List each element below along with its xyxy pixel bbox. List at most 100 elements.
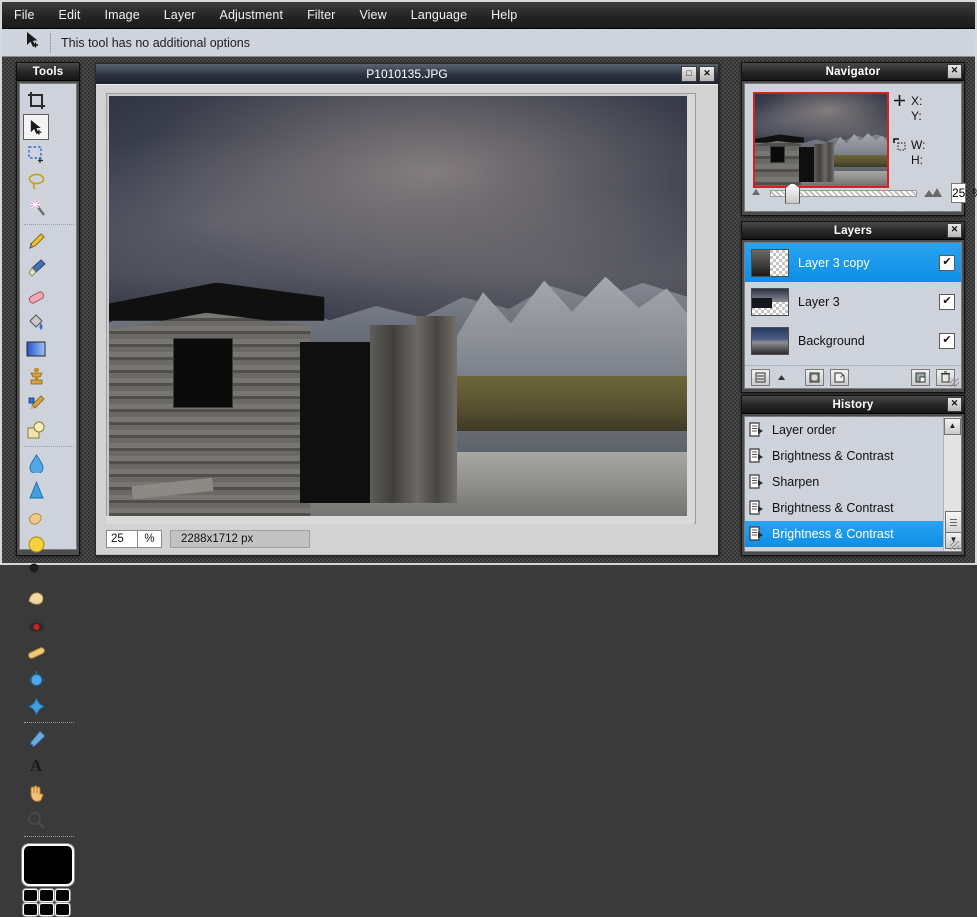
zoom-slider-track[interactable]	[770, 182, 917, 204]
tool-zoom[interactable]	[23, 807, 49, 833]
image-canvas[interactable]	[109, 96, 689, 520]
layer-thumbnail	[751, 287, 789, 316]
tool-paintbrush[interactable]	[23, 255, 49, 281]
tool-pinch[interactable]	[23, 693, 49, 719]
history-item-label: Sharpen	[772, 475, 820, 489]
tool-pill[interactable]	[23, 639, 49, 665]
layer-visibility-checkbox[interactable]: ✔	[939, 332, 955, 349]
layer-properties-button[interactable]	[751, 368, 770, 386]
tool-dodge[interactable]	[23, 531, 49, 557]
navigator-thumbnail[interactable]	[753, 92, 889, 188]
navigator-zoom-input[interactable]: 25	[951, 183, 967, 203]
document-title: P1010135.JPG	[366, 67, 448, 81]
layer-visibility-checkbox[interactable]: ✔	[939, 293, 955, 310]
history-item-sharpen[interactable]: Sharpen	[745, 469, 961, 495]
document-titlebar[interactable]: P1010135.JPG □ ✕	[96, 64, 718, 84]
tool-red-eye[interactable]	[23, 612, 49, 638]
zoom-slider-thumb[interactable]	[785, 182, 800, 204]
tool-smudge[interactable]	[23, 504, 49, 530]
history-close-button[interactable]: ✕	[947, 397, 962, 412]
add-layer-button[interactable]	[830, 368, 849, 386]
status-zoom-value[interactable]: 25	[106, 530, 138, 548]
tool-rectangle-select[interactable]	[23, 141, 49, 167]
tool-pan[interactable]	[23, 780, 49, 806]
navigator-panel: Navigator ✕ X: Y: W: H: 25	[741, 62, 977, 216]
maximize-button[interactable]: □	[681, 66, 697, 82]
palette-swatch[interactable]	[23, 903, 38, 916]
tool-sharpen[interactable]	[23, 477, 49, 503]
small-mountain-icon[interactable]	[751, 187, 764, 199]
duplicate-layer-button[interactable]	[911, 368, 930, 386]
tool-gradient[interactable]	[23, 336, 49, 362]
palette-swatch[interactable]	[39, 889, 54, 902]
palette-swatch[interactable]	[55, 903, 70, 916]
tool-shapes[interactable]	[23, 417, 49, 443]
palette-swatch[interactable]	[39, 903, 54, 916]
tool-color-picker[interactable]	[23, 726, 49, 752]
menu-item-help[interactable]: Help	[479, 5, 529, 25]
history-item-brightness-contrast-2[interactable]: Brightness & Contrast	[745, 495, 961, 521]
history-scrollbar[interactable]: ▲ ▼	[943, 417, 961, 551]
color-palette-grid	[23, 889, 73, 917]
large-mountain-icon[interactable]	[923, 186, 943, 201]
menu-item-image[interactable]: Image	[93, 5, 152, 25]
tool-magic-wand[interactable]	[23, 195, 49, 221]
navigator-close-button[interactable]: ✕	[947, 64, 962, 79]
layer-row-layer-3-copy[interactable]: Layer 3 copy ✔	[745, 243, 961, 282]
history-item-brightness-contrast-1[interactable]: Brightness & Contrast	[745, 443, 961, 469]
history-resize-grip[interactable]	[950, 541, 959, 550]
history-panel: History ✕ Layer order Brightness & Contr…	[741, 395, 965, 556]
menu-item-filter[interactable]: Filter	[295, 5, 347, 25]
tool-text[interactable]: A	[23, 753, 49, 779]
tool-sponge[interactable]	[23, 585, 49, 611]
merge-layer-button[interactable]	[805, 368, 824, 386]
history-item-layer-order[interactable]: Layer order	[745, 417, 961, 443]
app-window: File Edit Image Layer Adjustment Filter …	[0, 0, 977, 916]
tool-pencil[interactable]	[23, 228, 49, 254]
tools-grid: A	[20, 84, 76, 840]
tools-separator	[24, 224, 74, 226]
navigator-w-label: W:	[911, 138, 926, 152]
layer-thumbnail	[751, 248, 789, 277]
tool-burn[interactable]	[23, 558, 49, 584]
menu-item-view[interactable]: View	[347, 5, 398, 25]
scrollbar-thumb[interactable]	[945, 511, 961, 533]
tools-panel-title: Tools	[32, 65, 64, 78]
navigator-zoom-row: 25 %	[751, 181, 977, 205]
tool-bloat[interactable]	[23, 666, 49, 692]
scroll-up-button[interactable]: ▲	[944, 418, 961, 435]
history-step-icon	[749, 525, 766, 543]
history-titlebar: History ✕	[742, 396, 964, 414]
tool-recolor[interactable]	[23, 390, 49, 416]
tool-eraser[interactable]	[23, 282, 49, 308]
palette-swatch[interactable]	[55, 889, 70, 902]
layers-resize-grip[interactable]	[950, 378, 959, 387]
menu-item-edit[interactable]: Edit	[47, 5, 93, 25]
primary-color-swatch[interactable]	[22, 844, 74, 886]
tool-move[interactable]	[23, 114, 49, 140]
tool-clone-stamp[interactable]	[23, 363, 49, 389]
menu-item-adjustment[interactable]: Adjustment	[208, 5, 296, 25]
tools-separator-4	[24, 836, 74, 838]
canvas-horizontal-scrollbar[interactable]	[106, 516, 694, 524]
canvas-area[interactable]	[106, 93, 696, 524]
layer-visibility-checkbox[interactable]: ✔	[939, 254, 955, 271]
menu-item-file[interactable]: File	[2, 5, 47, 25]
history-item-label: Layer order	[772, 423, 836, 437]
selection-bounds-icon	[893, 138, 911, 153]
toolbar-separator	[50, 32, 51, 53]
tool-lasso-select[interactable]	[23, 168, 49, 194]
menu-item-layer[interactable]: Layer	[152, 5, 208, 25]
close-button[interactable]: ✕	[699, 66, 715, 82]
tool-crop[interactable]	[23, 87, 49, 113]
layer-row-background[interactable]: Background ✔	[745, 321, 961, 360]
palette-swatch[interactable]	[23, 889, 38, 902]
tool-blur[interactable]	[23, 450, 49, 476]
layers-close-button[interactable]: ✕	[947, 223, 962, 238]
layer-row-layer-3[interactable]: Layer 3 ✔	[745, 282, 961, 321]
canvas-vertical-scrollbar[interactable]	[687, 94, 695, 523]
menu-item-language[interactable]: Language	[399, 5, 479, 25]
layer-expand-button[interactable]	[776, 370, 787, 385]
history-item-brightness-contrast-3[interactable]: Brightness & Contrast	[745, 521, 961, 547]
tool-paint-bucket[interactable]	[23, 309, 49, 335]
